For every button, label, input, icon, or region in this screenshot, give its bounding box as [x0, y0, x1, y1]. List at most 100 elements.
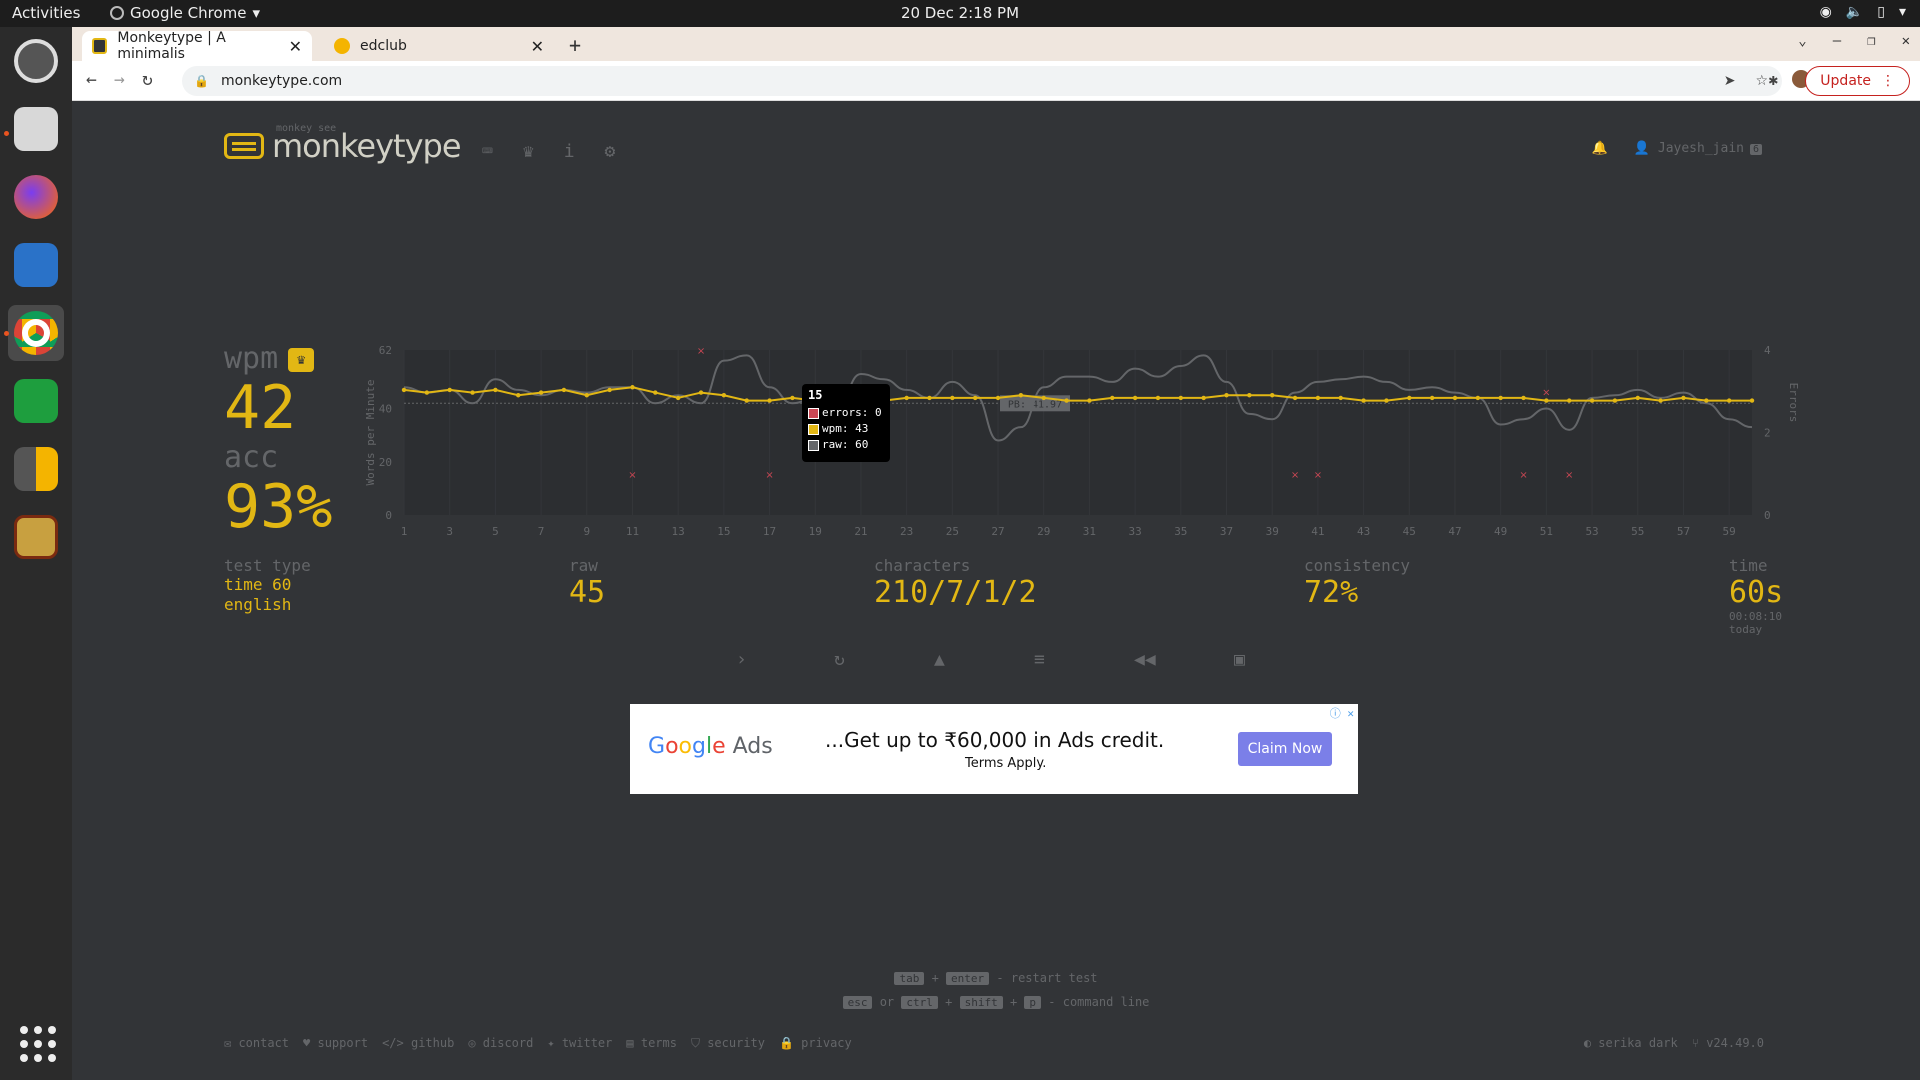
wpm-point — [995, 395, 1001, 401]
keyboard-icon[interactable]: ⌨ — [482, 141, 493, 162]
hint-plus: + — [945, 995, 953, 1009]
wpm-point — [1201, 395, 1206, 401]
wpm-point — [1749, 398, 1755, 403]
more-vert-icon: ⋮ — [1881, 73, 1895, 89]
chart-tooltip: 15 errors: 0 wpm: 43 raw: 60 — [802, 384, 890, 462]
close-icon[interactable]: ✕ — [289, 37, 302, 56]
x-tick-label: 1 — [401, 525, 408, 538]
ad-cta-button[interactable]: Claim Now — [1238, 732, 1332, 766]
wpm-point — [744, 398, 749, 403]
wpm-point — [447, 387, 452, 393]
bell-icon[interactable]: 🔔 — [1592, 141, 1608, 156]
bookmark-star-icon[interactable]: ☆ — [1755, 73, 1768, 89]
show-applications-icon[interactable] — [20, 1026, 56, 1062]
tooltip-row-errors: errors: 0 — [808, 405, 884, 421]
error-point: × — [1542, 387, 1550, 398]
hint-command-line: esc or ctrl + shift + p - command line — [72, 995, 1920, 1019]
wpm-point — [1292, 395, 1298, 401]
result-chart[interactable]: 1 3 5 7 9 11 13 15 17 19 21 23 25 27 29 31 33 35 37 39 41 43 4… — [352, 336, 1832, 546]
wpm-point — [1132, 395, 1138, 401]
dock-calculator[interactable] — [8, 441, 64, 497]
new-tab-button[interactable]: + — [569, 33, 581, 57]
update-button[interactable]: Update ⋮ — [1805, 66, 1910, 96]
close-window-icon[interactable]: ✕ — [1902, 33, 1910, 49]
close-icon[interactable]: ✕ — [531, 37, 544, 56]
wpm-point — [584, 393, 589, 398]
consistency-stat: consistency 72% — [1304, 556, 1410, 610]
footer-link-twitter[interactable]: ✦ twitter — [547, 1036, 612, 1051]
footer-link-security[interactable]: ⛉ security — [691, 1036, 765, 1051]
address-bar[interactable]: 🔒 monkeytype.com ➤ ☆ — [182, 66, 1782, 96]
version-button[interactable]: ⑂ v24.49.0 — [1692, 1036, 1764, 1050]
footer-link-privacy[interactable]: 🔒 privacy — [779, 1036, 852, 1051]
wpm-point — [1315, 395, 1321, 401]
tooltip-raw: raw: 60 — [822, 438, 869, 451]
minimize-icon[interactable]: — — [1833, 33, 1841, 49]
warning-icon[interactable]: ▲ — [934, 649, 945, 670]
words-history-icon[interactable]: ≡ — [1034, 649, 1045, 670]
dock-firefox[interactable] — [8, 169, 64, 225]
characters-label: characters — [874, 556, 971, 575]
dock-writer[interactable] — [8, 237, 64, 293]
tab-search-icon[interactable]: ⌄ — [1798, 33, 1806, 49]
footer-link-terms[interactable]: ▤ terms — [626, 1036, 677, 1051]
footer-link-support[interactable]: ♥ support — [303, 1036, 368, 1051]
user-icon: 👤 — [1633, 141, 1651, 156]
raw-value: 45 — [569, 575, 606, 610]
ad-banner[interactable]: Google Ads ...Get up to ₹60,000 in Ads c… — [630, 704, 1358, 794]
account-button[interactable]: 👤 Jayesh_jain 6 — [1634, 141, 1762, 156]
send-icon[interactable]: ➤ — [1724, 73, 1736, 89]
wpm-point — [1064, 398, 1069, 403]
extensions-icon[interactable]: ✱ — [1768, 70, 1778, 89]
gear-icon[interactable]: ⚙ — [605, 141, 616, 162]
next-test-icon[interactable]: › — [736, 649, 747, 670]
footer-link-discord[interactable]: ◎ discord — [468, 1036, 533, 1051]
tooltip-wpm: wpm: 43 — [822, 422, 869, 435]
wpm-point — [950, 395, 955, 401]
footer: ✉ contact ♥ support </> github ◎ discord… — [224, 1036, 1764, 1051]
logo-tagline: monkey see — [276, 123, 337, 134]
x-tick-label: 21 — [854, 525, 867, 538]
dock-files[interactable] — [8, 101, 64, 157]
system-tray[interactable]: ◉ 🔈 ▯ ▾ — [1820, 4, 1906, 20]
x-tick-label: 55 — [1631, 525, 1644, 538]
tab-edclub[interactable]: edclub ✕ — [324, 31, 554, 61]
test-type-stat: test type time 60 english — [224, 556, 311, 615]
crown-icon[interactable]: ♛ — [523, 141, 534, 162]
chrome-icon — [14, 311, 58, 355]
maximize-icon[interactable]: ❐ — [1867, 33, 1875, 49]
wpm-point — [1612, 398, 1618, 403]
info-icon[interactable]: i — [564, 141, 575, 162]
window-controls: ⌄ — ❐ ✕ — [1798, 33, 1910, 49]
ad-terms: Terms Apply. — [965, 756, 1047, 771]
tab-title: Monkeytype | A minimalis — [117, 30, 226, 62]
theme-button[interactable]: ◐ serika dark — [1584, 1036, 1678, 1050]
x-tick-label: 43 — [1357, 525, 1370, 538]
ad-close-icon[interactable]: ⓘ ✕ — [1330, 705, 1354, 721]
dock-dosbox[interactable] — [8, 509, 64, 565]
restart-icon[interactable]: ↻ — [834, 649, 845, 670]
screenshot-icon[interactable]: ▣ — [1234, 649, 1245, 670]
wpm-point — [607, 387, 612, 393]
spreadsheet-icon — [14, 379, 58, 423]
wpm-point — [1704, 398, 1709, 403]
forward-icon[interactable]: → — [114, 69, 125, 90]
site-logo[interactable]: monkeytype — [224, 127, 462, 165]
volume-icon: 🔈 — [1845, 4, 1864, 20]
y-axis-label: Words per Minute — [364, 380, 377, 486]
dock-settings[interactable] — [8, 33, 64, 89]
x-tick-label: 29 — [1037, 525, 1050, 538]
wpm-point — [927, 395, 932, 401]
reload-icon[interactable]: ↻ — [142, 69, 153, 90]
dock-chrome[interactable] — [8, 305, 64, 361]
footer-link-contact[interactable]: ✉ contact — [224, 1036, 289, 1051]
system-clock[interactable]: 20 Dec 2:18 PM — [0, 4, 1920, 22]
footer-link-github[interactable]: </> github — [382, 1036, 454, 1051]
replay-icon[interactable]: ◀◀ — [1134, 649, 1156, 670]
back-icon[interactable]: ← — [86, 69, 97, 90]
footer-links: ✉ contact ♥ support </> github ◎ discord… — [224, 1036, 1764, 1051]
ad-headline: ...Get up to ₹60,000 in Ads credit. — [825, 728, 1165, 752]
tab-monkeytype[interactable]: Monkeytype | A minimalis ✕ — [82, 30, 312, 62]
dock-calc[interactable] — [8, 373, 64, 429]
browser-toolbar: ← → ↻ 🔒 monkeytype.com ➤ ☆ ✱ Update ⋮ — [72, 61, 1920, 101]
